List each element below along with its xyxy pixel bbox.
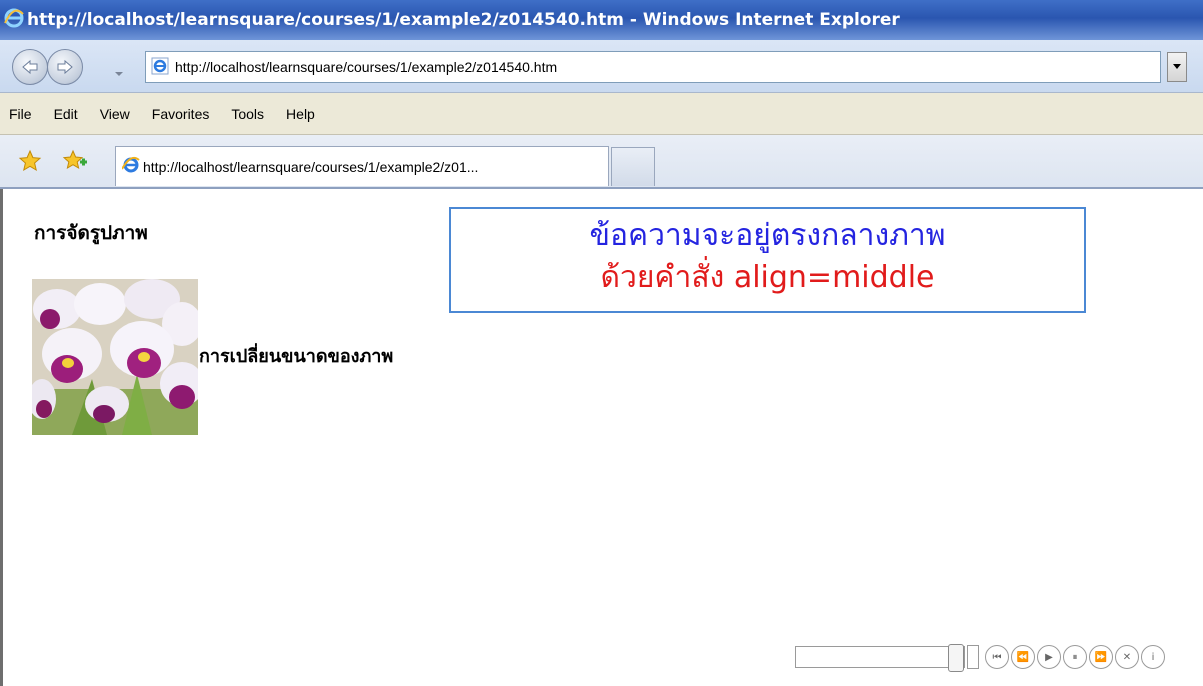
ie-logo-icon	[4, 8, 24, 33]
tab-label: http://localhost/learnsquare/courses/1/e…	[143, 158, 479, 175]
seek-end-cap	[967, 645, 979, 669]
stop-icon[interactable]: ✕	[1115, 645, 1139, 669]
seek-slider[interactable]	[795, 644, 965, 672]
favorites-star-icon[interactable]	[18, 149, 42, 177]
previous-icon[interactable]: ⏮	[985, 645, 1009, 669]
new-tab-button[interactable]	[611, 147, 655, 186]
back-button[interactable]	[12, 49, 48, 85]
menu-file[interactable]: File	[0, 106, 43, 122]
orchid-image	[32, 279, 198, 435]
window-title: http://localhost/learnsquare/courses/1/e…	[27, 10, 900, 30]
address-dropdown-button[interactable]	[1167, 52, 1187, 82]
fast-forward-icon[interactable]: ⏩	[1089, 645, 1113, 669]
menu-tools[interactable]: Tools	[220, 106, 275, 122]
image-caption: การเปลี่ยนขนาดของภาพ	[199, 346, 394, 367]
media-player-controls: ⏮ ⏪ ▶ ⏸ ⏩ ✕ i	[789, 628, 1203, 686]
menu-bar: File Edit View Favorites Tools Help	[0, 93, 1203, 135]
address-input[interactable]: http://localhost/learnsquare/courses/1/e…	[145, 51, 1161, 83]
menu-edit[interactable]: Edit	[43, 106, 89, 122]
menu-favorites[interactable]: Favorites	[141, 106, 221, 122]
back-arrow-icon	[22, 59, 38, 75]
play-icon[interactable]: ▶	[1037, 645, 1061, 669]
window-titlebar: http://localhost/learnsquare/courses/1/e…	[0, 0, 1203, 40]
info-icon[interactable]: i	[1141, 645, 1165, 669]
seek-slider-thumb[interactable]	[948, 644, 964, 672]
ie-page-icon	[151, 57, 169, 78]
chevron-down-icon	[1173, 64, 1181, 69]
add-to-favorites-icon[interactable]	[62, 149, 88, 177]
forward-button[interactable]	[47, 49, 83, 85]
forward-arrow-icon	[57, 59, 73, 75]
annotation-box: ข้อความจะอยู่ตรงกลางภาพ ด้วยคำสั่ง align…	[449, 207, 1086, 313]
rewind-icon[interactable]: ⏪	[1011, 645, 1035, 669]
annotation-line-2: ด้วยคำสั่ง align=middle	[600, 260, 935, 295]
menu-help[interactable]: Help	[275, 106, 326, 122]
pause-icon[interactable]: ⏸	[1063, 645, 1087, 669]
address-toolbar: http://localhost/learnsquare/courses/1/e…	[0, 40, 1203, 93]
page-content: การจัดรูปภาพ การเปลี่ยนขนาดของภาพ ข้อควา…	[0, 189, 1203, 686]
menu-view[interactable]: View	[89, 106, 141, 122]
ie-logo-icon	[121, 156, 140, 177]
page-heading: การจัดรูปภาพ	[34, 222, 148, 244]
annotation-line-1: ข้อความจะอยู่ตรงกลางภาพ	[589, 218, 946, 253]
address-url: http://localhost/learnsquare/courses/1/e…	[175, 59, 558, 75]
favorites-tab-bar: http://localhost/learnsquare/courses/1/e…	[0, 135, 1203, 189]
tab-current-page[interactable]: http://localhost/learnsquare/courses/1/e…	[115, 146, 609, 186]
recent-pages-dropdown[interactable]	[114, 62, 124, 81]
chevron-down-icon	[115, 72, 123, 76]
